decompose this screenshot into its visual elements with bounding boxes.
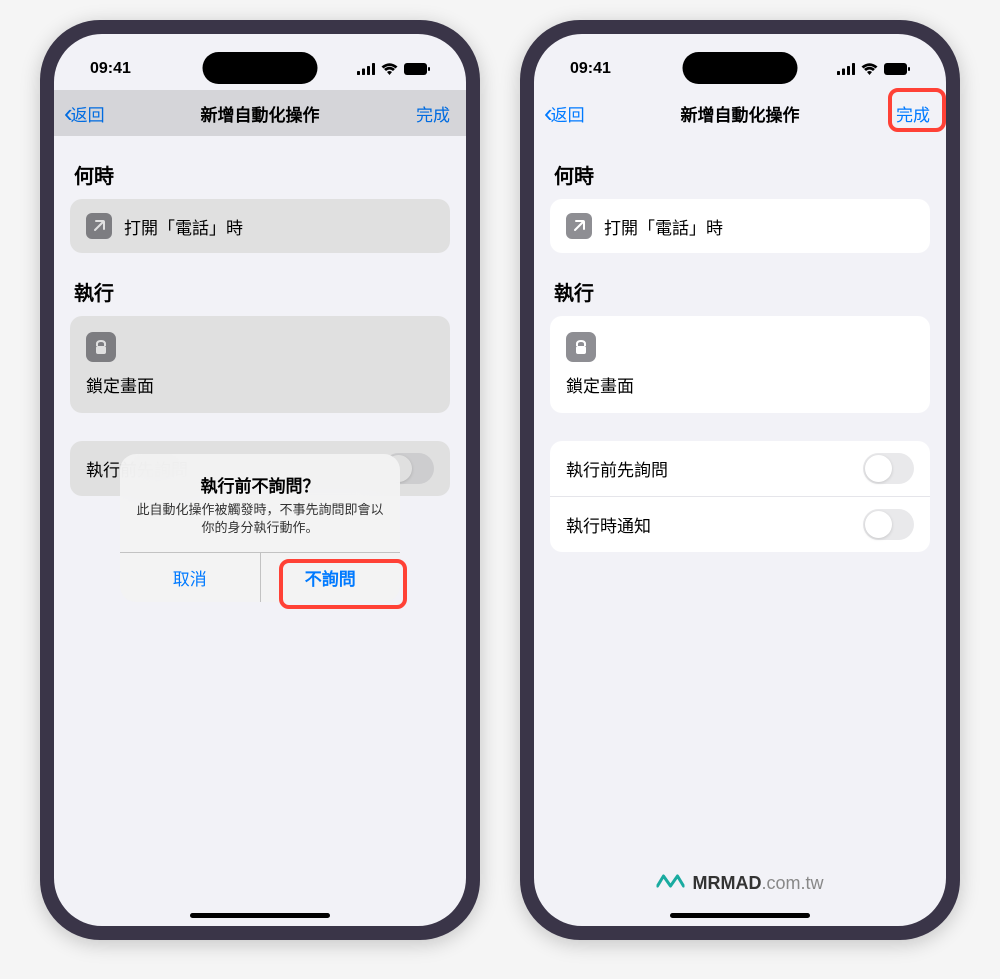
alert-message: 此自動化操作被觸發時，不事先詢問即會以你的身分執行動作。: [136, 501, 384, 536]
alert-confirm-button[interactable]: 不詢問: [260, 553, 401, 602]
section-header-do: 執行: [550, 253, 930, 316]
phone-mockup-left: 09:41 ‹ 返回 新增自動化操作 完成 何時 打開「電話」時: [40, 20, 480, 940]
lock-icon: [566, 332, 596, 362]
setting-label: 執行時通知: [566, 512, 651, 537]
trigger-card[interactable]: 打開「電話」時: [70, 199, 450, 253]
back-label: 返回: [551, 101, 585, 126]
setting-ask-before: 執行前先詢問: [550, 441, 930, 496]
action-card[interactable]: 鎖定畫面: [550, 316, 930, 413]
trigger-card[interactable]: 打開「電話」時: [550, 199, 930, 253]
action-card[interactable]: 鎖定畫面: [70, 316, 450, 413]
content-area: 何時 打開「電話」時 執行 鎖定畫面 執行前先詢問: [534, 136, 946, 552]
ask-before-toggle[interactable]: [863, 453, 914, 484]
trigger-label: 打開「電話」時: [604, 214, 723, 239]
notify-toggle[interactable]: [863, 509, 914, 540]
alert-buttons: 取消 不詢問: [120, 552, 400, 602]
screen: 09:41 ‹ 返回 新增自動化操作 完成 何時 打開「電話」時: [54, 34, 466, 926]
wifi-icon: [381, 63, 398, 75]
status-icons: [357, 63, 430, 75]
status-time: 09:41: [570, 60, 611, 78]
back-button[interactable]: ‹ 返回: [544, 100, 585, 126]
nav-title: 新增自動化操作: [681, 101, 800, 126]
settings-group: 執行前先詢問 執行時通知: [550, 441, 930, 552]
home-indicator[interactable]: [670, 913, 810, 918]
signal-icon: [357, 63, 375, 75]
done-button[interactable]: 完成: [416, 101, 450, 126]
navigation-bar: ‹ 返回 新增自動化操作 完成: [534, 90, 946, 136]
battery-icon: [884, 63, 910, 75]
done-button[interactable]: 完成: [896, 101, 930, 126]
trigger-label: 打開「電話」時: [124, 214, 243, 239]
alert-cancel-button[interactable]: 取消: [120, 553, 260, 602]
watermark-logo-icon: [656, 870, 684, 896]
action-label: 鎖定畫面: [566, 372, 914, 397]
back-label: 返回: [71, 101, 105, 126]
action-label: 鎖定畫面: [86, 372, 434, 397]
phone-mockup-right: 09:41 ‹ 返回 新增自動化操作 完成 何時 打開: [520, 20, 960, 940]
alert-title: 執行前不詢問？: [136, 472, 384, 497]
dynamic-island: [203, 52, 318, 84]
signal-icon: [837, 63, 855, 75]
section-header-when: 何時: [70, 136, 450, 199]
home-indicator[interactable]: [190, 913, 330, 918]
alert-dialog: 執行前不詢問？ 此自動化操作被觸發時，不事先詢問即會以你的身分執行動作。 取消 …: [120, 454, 400, 602]
battery-icon: [404, 63, 430, 75]
status-icons: [837, 63, 910, 75]
back-button[interactable]: ‹ 返回: [64, 100, 105, 126]
navigation-bar: ‹ 返回 新增自動化操作 完成: [54, 90, 466, 136]
dynamic-island: [683, 52, 798, 84]
watermark: MRMAD.com.tw: [656, 870, 823, 896]
nav-title: 新增自動化操作: [201, 101, 320, 126]
section-header-when: 何時: [550, 136, 930, 199]
lock-icon: [86, 332, 116, 362]
watermark-text: MRMAD.com.tw: [692, 873, 823, 894]
screen: 09:41 ‹ 返回 新增自動化操作 完成 何時 打開: [534, 34, 946, 926]
app-open-icon: [566, 213, 592, 239]
section-header-do: 執行: [70, 253, 450, 316]
app-open-icon: [86, 213, 112, 239]
setting-label: 執行前先詢問: [566, 456, 668, 481]
alert-body: 執行前不詢問？ 此自動化操作被觸發時，不事先詢問即會以你的身分執行動作。: [120, 454, 400, 552]
status-time: 09:41: [90, 60, 131, 78]
content-area: 何時 打開「電話」時 執行 鎖定畫面 執行前先詢問: [54, 136, 466, 496]
setting-notify: 執行時通知: [550, 496, 930, 552]
wifi-icon: [861, 63, 878, 75]
